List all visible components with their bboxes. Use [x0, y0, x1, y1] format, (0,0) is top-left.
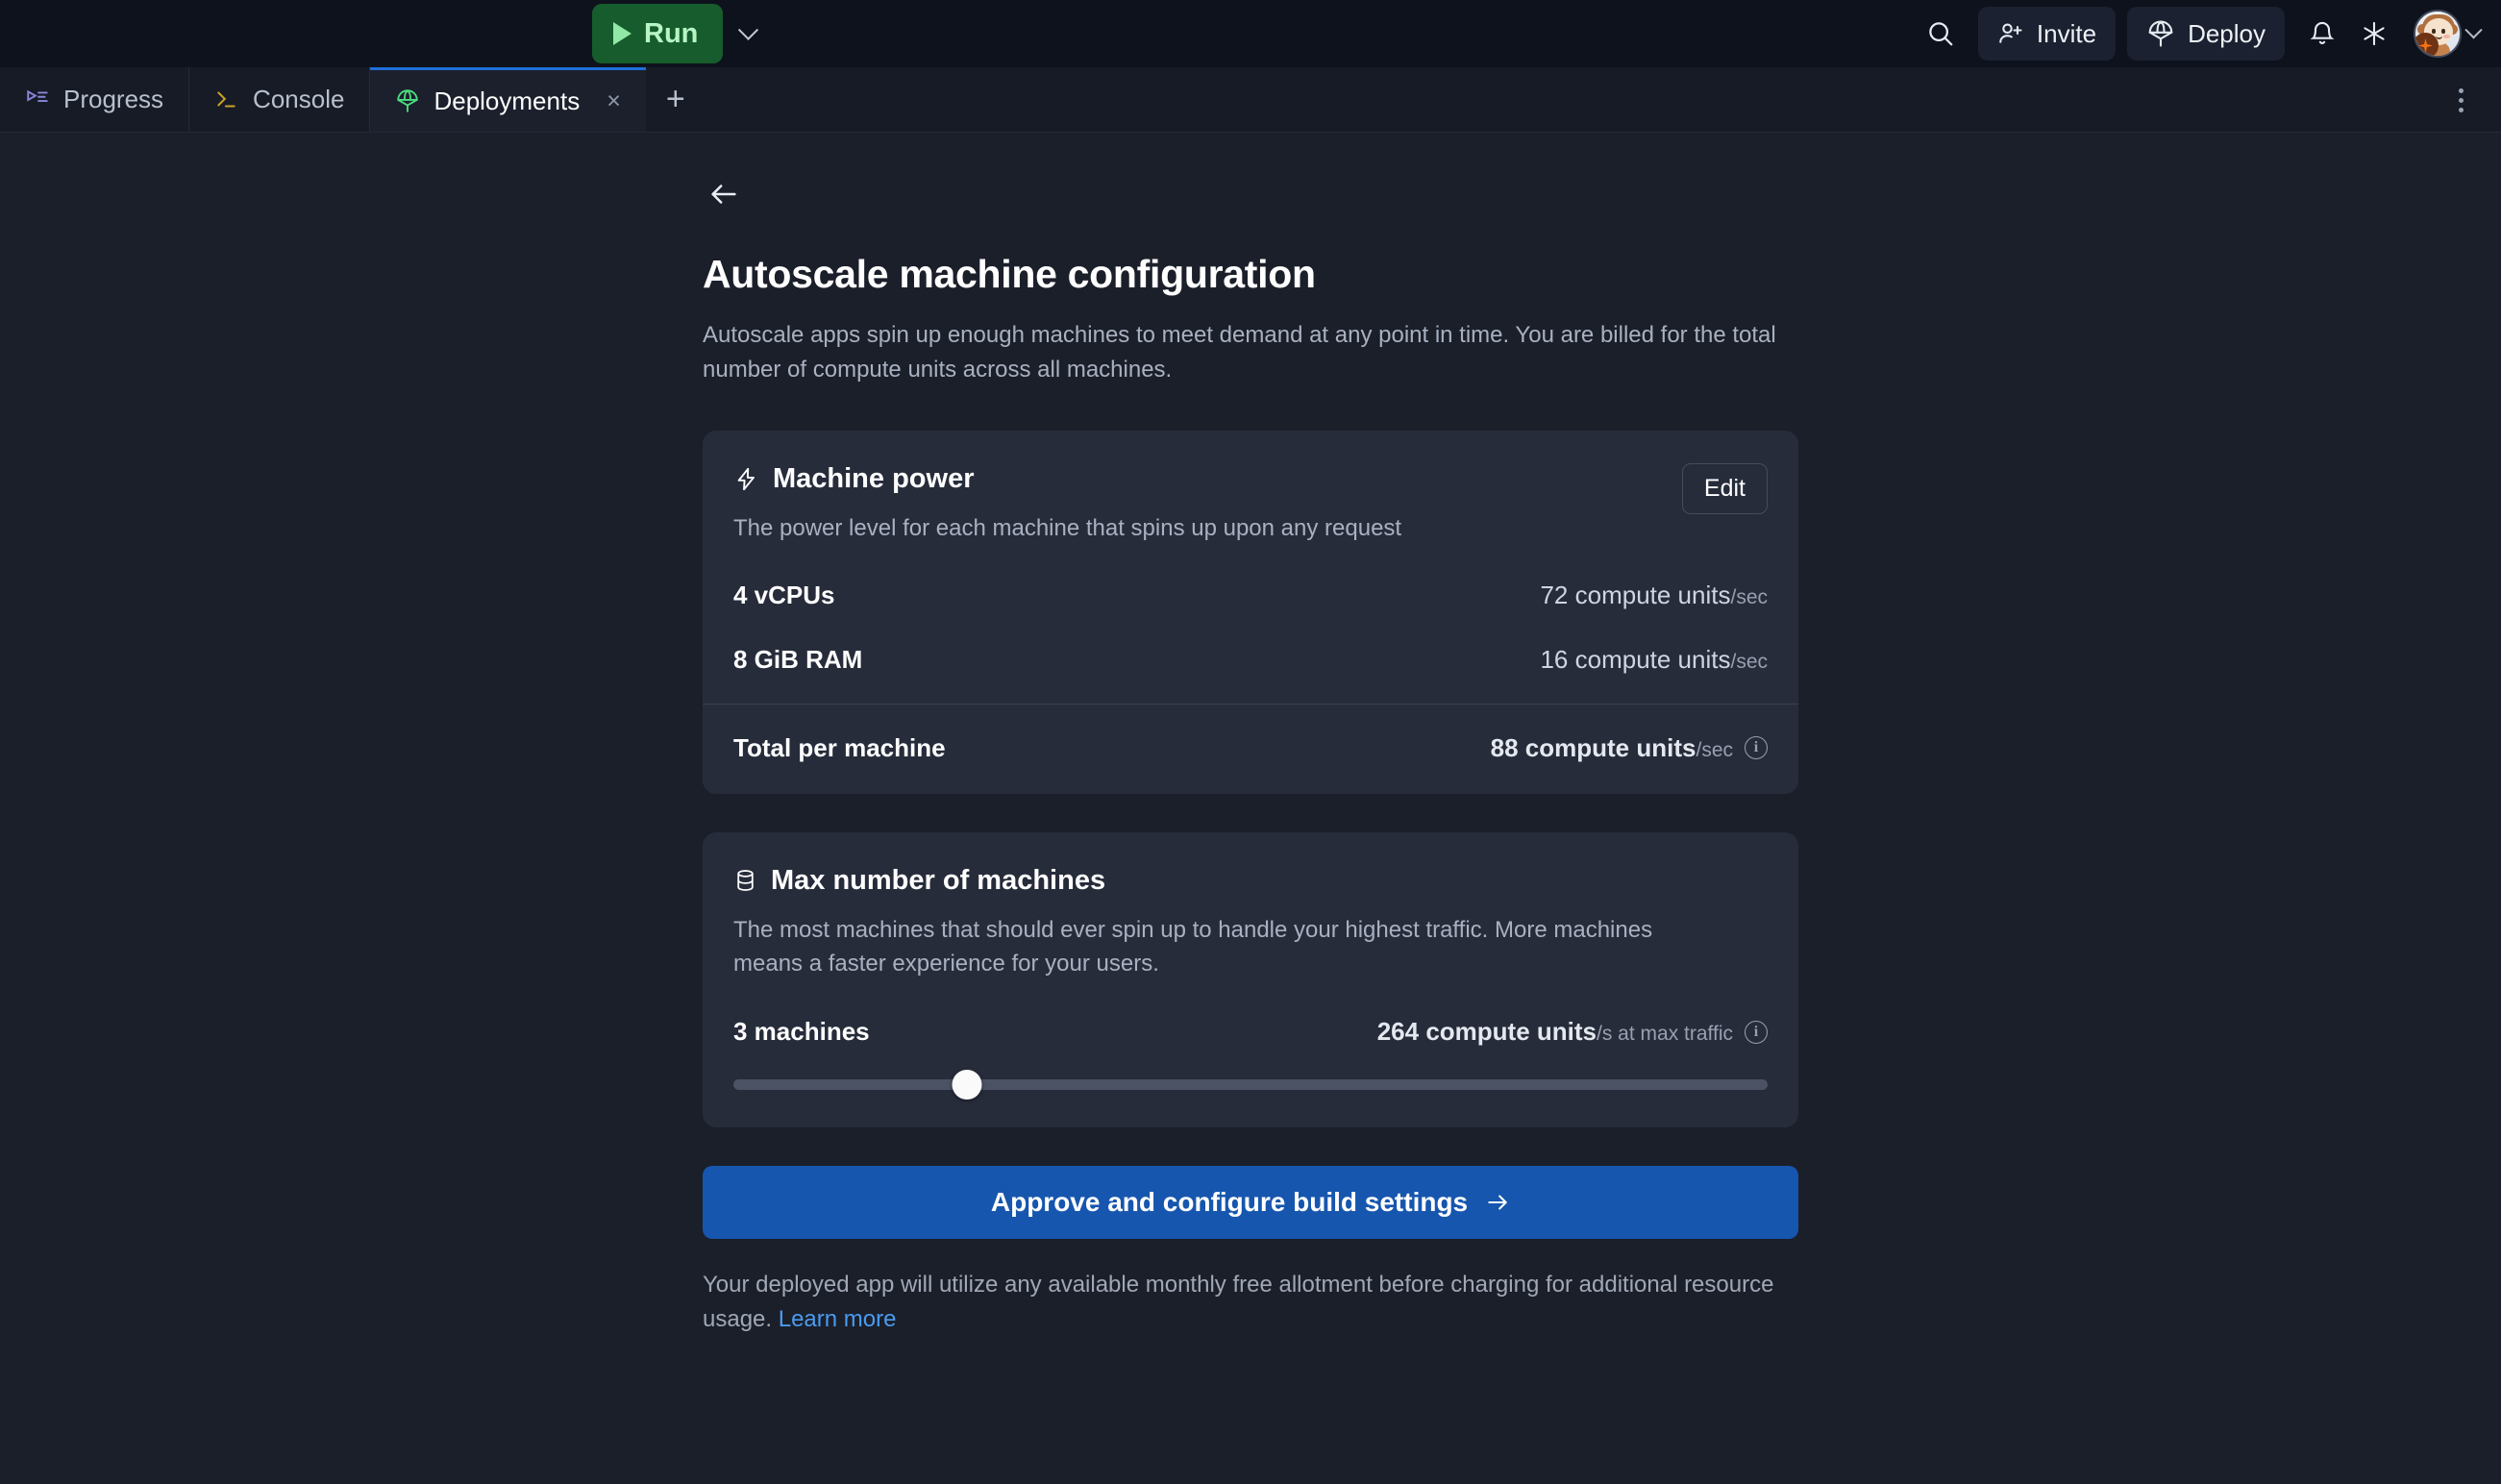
spec-value: 72 compute units/sec: [1540, 581, 1768, 610]
avatar-eye-left: [2432, 29, 2436, 34]
spec-amount: 72 compute units: [1540, 580, 1731, 609]
footnote: Your deployed app will utilize any avail…: [703, 1268, 1798, 1337]
spec-amount: 16 compute units: [1540, 644, 1731, 674]
sparkle-icon: [2418, 38, 2433, 53]
content-column: Autoscale machine configuration Autoscal…: [703, 133, 1798, 1337]
machine-power-title: Machine power: [773, 463, 975, 495]
invite-button[interactable]: Invite: [1977, 7, 2117, 61]
max-traffic-value-group: 264 compute units/s at max traffic i: [1377, 1017, 1768, 1047]
bell-icon: [2310, 21, 2335, 44]
account-menu[interactable]: [2414, 10, 2483, 58]
machine-power-title-row: Machine power: [733, 463, 1401, 495]
info-icon[interactable]: i: [1745, 1020, 1768, 1044]
user-plus-icon: [1999, 23, 2022, 43]
parachute-icon: [397, 89, 419, 112]
lightning-bolt-icon: [737, 467, 755, 491]
tab-bar: Progress Console Deployments × +: [0, 67, 2501, 133]
header-actions: Invite Deploy: [1915, 0, 2483, 67]
machine-power-description: The power level for each machine that sp…: [733, 515, 1402, 542]
machine-power-body: Machine power The power level for each m…: [703, 431, 1798, 704]
parachute-icon: [2148, 20, 2173, 47]
avatar-badge: [2415, 33, 2439, 56]
progress-icon: [27, 89, 48, 102]
invite-label: Invite: [2036, 18, 2097, 48]
tab-progress[interactable]: Progress: [0, 67, 190, 132]
total-label: Total per machine: [733, 732, 946, 762]
tab-overflow-menu[interactable]: [2441, 67, 2480, 133]
info-icon[interactable]: i: [1745, 736, 1768, 760]
tab-label: Deployments: [433, 86, 581, 115]
kebab-dot: [2458, 97, 2464, 103]
max-machines-title-row: Max number of machines: [733, 865, 1768, 897]
max-machines-body: Max number of machines The most machines…: [703, 832, 1798, 1128]
total-unit: /sec: [1696, 738, 1733, 761]
deploy-label: Deploy: [2188, 18, 2266, 48]
run-options-dropdown[interactable]: [723, 4, 773, 63]
tab-close-button[interactable]: ×: [607, 88, 621, 113]
max-traffic-amount: 264 compute units/s at max traffic: [1376, 1017, 1733, 1047]
max-machines-title: Max number of machines: [771, 864, 1106, 896]
spec-label: 4 vCPUs: [733, 580, 835, 609]
total-per-machine-row: Total per machine 88 compute units/sec i: [703, 705, 1798, 794]
cta-label: Approve and configure build settings: [990, 1187, 1469, 1218]
avatar-cheek-right: [2443, 35, 2450, 38]
max-machines-slider[interactable]: [733, 1069, 1768, 1100]
total-amount: 88 compute units/sec: [1490, 732, 1733, 762]
spec-unit: /sec: [1730, 650, 1768, 673]
max-traffic-unit: /s at max traffic: [1597, 1023, 1733, 1046]
avatar-eye-right: [2441, 29, 2445, 34]
search-button[interactable]: [1915, 8, 1967, 60]
database-icon: [737, 870, 754, 892]
play-icon: [613, 22, 631, 45]
search-icon: [1929, 22, 1953, 46]
terminal-icon: [217, 90, 235, 108]
chevron-down-icon: [737, 19, 758, 40]
tab-label: Progress: [63, 85, 164, 113]
max-machines-description: The most machines that should ever spin …: [733, 916, 1653, 977]
arrow-left-icon: [711, 185, 736, 204]
run-button-group: Run: [592, 4, 773, 63]
spec-value: 16 compute units/sec: [1540, 645, 1768, 675]
asterisk-icon: [2364, 21, 2385, 46]
edit-machine-power-button[interactable]: Edit: [1681, 463, 1768, 515]
max-machines-values: 3 machines 264 compute units/s at max tr…: [733, 1017, 1768, 1047]
page-title: Autoscale machine configuration: [703, 252, 1316, 296]
back-button[interactable]: [703, 173, 745, 215]
run-button[interactable]: Run: [592, 4, 724, 63]
machine-power-heading-group: Machine power The power level for each m…: [733, 463, 1401, 546]
slider-thumb[interactable]: [952, 1069, 982, 1100]
spec-row-ram: 8 GiB RAM 16 compute units/sec: [733, 645, 1768, 675]
learn-more-link[interactable]: Learn more: [779, 1306, 897, 1332]
kebab-dot: [2458, 107, 2464, 112]
tab-label: Console: [253, 85, 345, 113]
machine-power-header: Machine power The power level for each m…: [733, 463, 1768, 546]
avatar: [2414, 10, 2462, 58]
deploy-button[interactable]: Deploy: [2127, 7, 2285, 61]
arrow-right-icon: [1488, 1195, 1507, 1210]
ai-assistant-button[interactable]: [2348, 8, 2400, 60]
max-machines-card: Max number of machines The most machines…: [703, 831, 1798, 1128]
add-tab-button[interactable]: +: [646, 67, 706, 132]
chevron-down-icon: [2464, 20, 2483, 38]
tab-deployments[interactable]: Deployments ×: [370, 67, 646, 132]
approve-and-configure-button[interactable]: Approve and configure build settings: [703, 1166, 1798, 1240]
slider-track: [733, 1078, 1768, 1090]
main-panel: Autoscale machine configuration Autoscal…: [0, 133, 2501, 1484]
top-header: Run Invite Deploy: [0, 0, 2501, 67]
notifications-button[interactable]: [2296, 8, 2348, 60]
run-button-label: Run: [644, 17, 699, 49]
spec-row-vcpu: 4 vCPUs 72 compute units/sec: [733, 581, 1768, 610]
spec-label: 8 GiB RAM: [733, 644, 863, 674]
page-description: Autoscale apps spin up enough machines t…: [703, 322, 1776, 383]
machine-power-card: Machine power The power level for each m…: [703, 431, 1798, 794]
spec-unit: /sec: [1730, 585, 1768, 608]
kebab-dot: [2458, 87, 2464, 93]
tab-console[interactable]: Console: [189, 67, 371, 132]
total-value-group: 88 compute units/sec i: [1491, 733, 1768, 763]
machine-count-label: 3 machines: [733, 1017, 870, 1047]
